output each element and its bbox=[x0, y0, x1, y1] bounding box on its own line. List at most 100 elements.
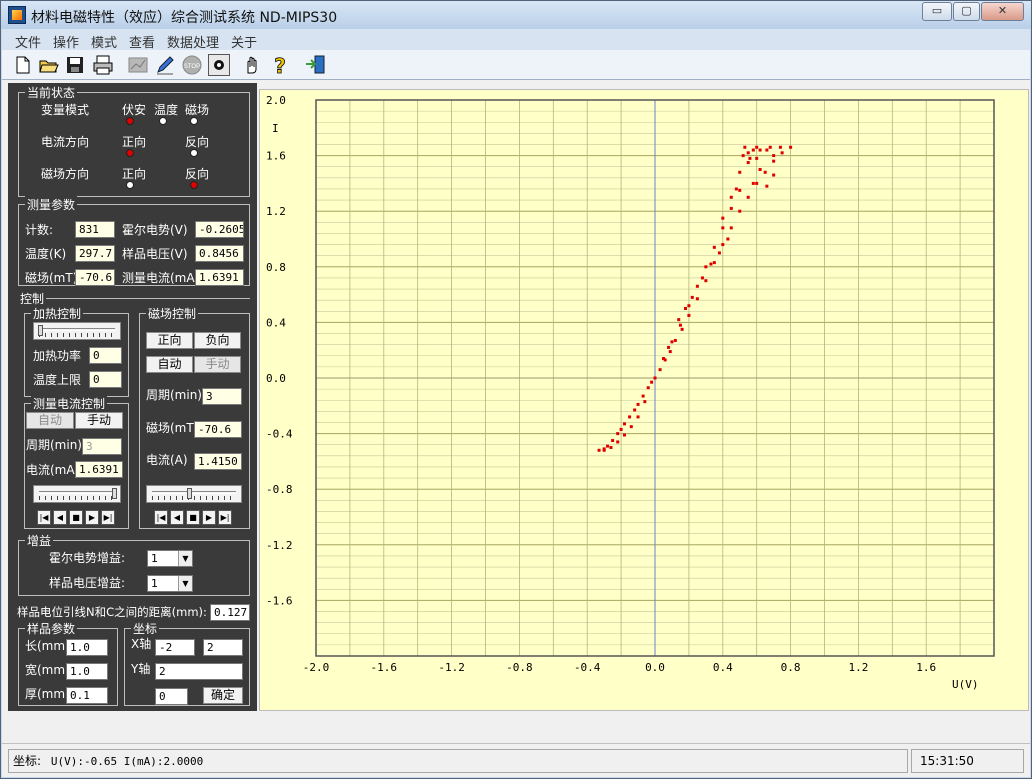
mode-va-indicator[interactable] bbox=[126, 117, 134, 125]
y-min-field[interactable]: 0 bbox=[155, 688, 188, 705]
mode-field-indicator[interactable] bbox=[190, 117, 198, 125]
data-point bbox=[668, 350, 672, 354]
meas-stop-button[interactable]: ■ bbox=[69, 510, 83, 525]
hall-field[interactable]: -0.2605 bbox=[195, 221, 244, 238]
plot-area[interactable]: 2.0 1.6 1.2 0.8 0.4 0.0 -0.4 -0.8 -1.2 -1.6 -2.0 -1… bbox=[259, 89, 1029, 711]
chart-icon[interactable] bbox=[127, 54, 149, 76]
field-last-button[interactable]: ▶| bbox=[218, 510, 232, 525]
x-max-field[interactable]: 2 bbox=[203, 639, 243, 656]
current-field[interactable]: 1.6391 bbox=[195, 269, 244, 286]
svg-text:STOP: STOP bbox=[184, 64, 200, 70]
sample-v-field[interactable]: 0.8456 bbox=[195, 245, 244, 262]
distance-field[interactable]: 0.127 bbox=[210, 604, 250, 621]
field-period-field[interactable]: 3 bbox=[202, 388, 242, 405]
data-point bbox=[738, 170, 742, 174]
meas-current-manual-button[interactable]: 手动 bbox=[75, 412, 123, 429]
data-point bbox=[704, 265, 708, 269]
iv-chart[interactable]: 2.0 1.6 1.2 0.8 0.4 0.0 -0.4 -0.8 -1.2 -1.6 -2.0 -1… bbox=[260, 90, 1030, 712]
mode-temp-indicator[interactable] bbox=[159, 117, 167, 125]
menu-data-process[interactable]: 数据处理 bbox=[167, 32, 219, 51]
record-icon[interactable] bbox=[208, 54, 230, 76]
thick-field[interactable]: 0.1 bbox=[66, 687, 108, 704]
data-point bbox=[646, 386, 650, 390]
print-icon[interactable] bbox=[92, 54, 114, 76]
chevron-down-icon[interactable]: ▼ bbox=[178, 551, 192, 566]
field-prev-button[interactable]: ◀ bbox=[170, 510, 184, 525]
title-bar[interactable]: 材料电磁特性（效应）综合测试系统 ND-MIPS30 ▭ ▢ ✕ bbox=[1, 1, 1031, 29]
field-stop-button[interactable]: ■ bbox=[186, 510, 200, 525]
field-first-button[interactable]: |◀ bbox=[154, 510, 168, 525]
new-file-icon[interactable] bbox=[12, 54, 34, 76]
menu-view[interactable]: 查看 bbox=[129, 32, 155, 51]
save-disk-icon[interactable] bbox=[64, 54, 86, 76]
meas-current-auto-button[interactable]: 自动 bbox=[26, 412, 74, 429]
current-reverse-indicator[interactable] bbox=[190, 149, 198, 157]
field-field-value[interactable]: -70.6 bbox=[194, 421, 242, 438]
current-forward-indicator[interactable] bbox=[126, 149, 134, 157]
field-period-label: 周期(min) bbox=[146, 388, 202, 402]
menu-about[interactable]: 关于 bbox=[231, 32, 257, 51]
menu-mode[interactable]: 模式 bbox=[91, 32, 117, 51]
data-point bbox=[629, 425, 633, 429]
field-value[interactable]: -70.6 bbox=[75, 269, 115, 286]
meas-current-field[interactable]: 1.6391 bbox=[75, 461, 123, 478]
field-forward-label: 正向 bbox=[122, 167, 147, 181]
exit-icon[interactable] bbox=[304, 54, 326, 76]
stop-icon[interactable]: STOP bbox=[181, 54, 203, 76]
field-next-button[interactable]: ▶ bbox=[202, 510, 216, 525]
length-field[interactable]: 1.0 bbox=[66, 639, 108, 656]
open-folder-icon[interactable] bbox=[38, 54, 60, 76]
y-tick-label: 1.6 bbox=[266, 150, 286, 163]
chevron-down-icon[interactable]: ▼ bbox=[178, 576, 192, 591]
meas-current-slider[interactable] bbox=[33, 485, 121, 503]
data-point bbox=[695, 297, 699, 301]
field-reverse-button[interactable]: 负向 bbox=[194, 332, 241, 349]
hand-icon[interactable] bbox=[241, 54, 263, 76]
data-point bbox=[636, 415, 640, 419]
width-field[interactable]: 1.0 bbox=[66, 663, 108, 680]
field-forward-indicator[interactable] bbox=[126, 181, 134, 189]
y-max-field[interactable]: 2 bbox=[155, 663, 243, 680]
meas-last-button[interactable]: ▶| bbox=[101, 510, 115, 525]
field-current-slider[interactable] bbox=[146, 485, 242, 503]
field-dir-label: 磁场方向 bbox=[41, 167, 90, 181]
window-title: 材料电磁特性（效应）综合测试系统 ND-MIPS30 bbox=[31, 10, 338, 26]
meas-prev-button[interactable]: ◀ bbox=[53, 510, 67, 525]
data-point bbox=[755, 156, 759, 160]
data-point bbox=[778, 145, 782, 149]
status-group: 当前状态 变量模式 伏安 温度 磁场 电流方向 正向 反向 磁场方向 正向 反向 bbox=[18, 84, 250, 197]
help-icon[interactable]: ? bbox=[269, 54, 291, 79]
minimize-button[interactable]: ▭ bbox=[922, 2, 952, 21]
temp-limit-field[interactable]: 0 bbox=[89, 371, 122, 388]
field-manual-button[interactable]: 手动 bbox=[194, 356, 241, 373]
x-tick-label: -0.4 bbox=[574, 661, 601, 674]
field-current-field[interactable]: 1.4150 bbox=[194, 453, 242, 470]
temp-field[interactable]: 297.7 bbox=[75, 245, 115, 262]
meas-next-button[interactable]: ▶ bbox=[85, 510, 99, 525]
temp-limit-label: 温度上限 bbox=[33, 373, 82, 387]
sample-group-title: 样品参数 bbox=[25, 620, 78, 637]
pen-icon[interactable] bbox=[154, 54, 176, 76]
data-point bbox=[667, 345, 671, 349]
field-ctrl-group: 磁场控制 正向 负向 自动 手动 周期(min) 3 磁场(mT) -70.6 … bbox=[139, 305, 250, 529]
menu-file[interactable]: 文件 bbox=[15, 32, 41, 51]
x-min-field[interactable]: -2 bbox=[155, 639, 195, 656]
data-point bbox=[641, 394, 645, 398]
sample-gain-select[interactable]: 1 ▼ bbox=[147, 575, 193, 592]
field-forward-button[interactable]: 正向 bbox=[146, 332, 193, 349]
close-button[interactable]: ✕ bbox=[981, 2, 1024, 21]
ok-button[interactable]: 确定 bbox=[203, 687, 243, 704]
data-point bbox=[765, 148, 769, 152]
meas-first-button[interactable]: |◀ bbox=[37, 510, 51, 525]
field-auto-button[interactable]: 自动 bbox=[146, 356, 193, 373]
data-point bbox=[658, 368, 662, 372]
mode-label: 变量模式 bbox=[41, 103, 90, 117]
hall-gain-select[interactable]: 1 ▼ bbox=[147, 550, 193, 567]
meas-period-field[interactable]: 3 bbox=[82, 438, 122, 455]
heat-power-field[interactable]: 0 bbox=[89, 347, 122, 364]
menu-operate[interactable]: 操作 bbox=[53, 32, 79, 51]
field-reverse-indicator[interactable] bbox=[190, 181, 198, 189]
count-field[interactable]: 831 bbox=[75, 221, 115, 238]
heat-slider[interactable] bbox=[33, 322, 121, 340]
restore-button[interactable]: ▢ bbox=[953, 2, 980, 21]
